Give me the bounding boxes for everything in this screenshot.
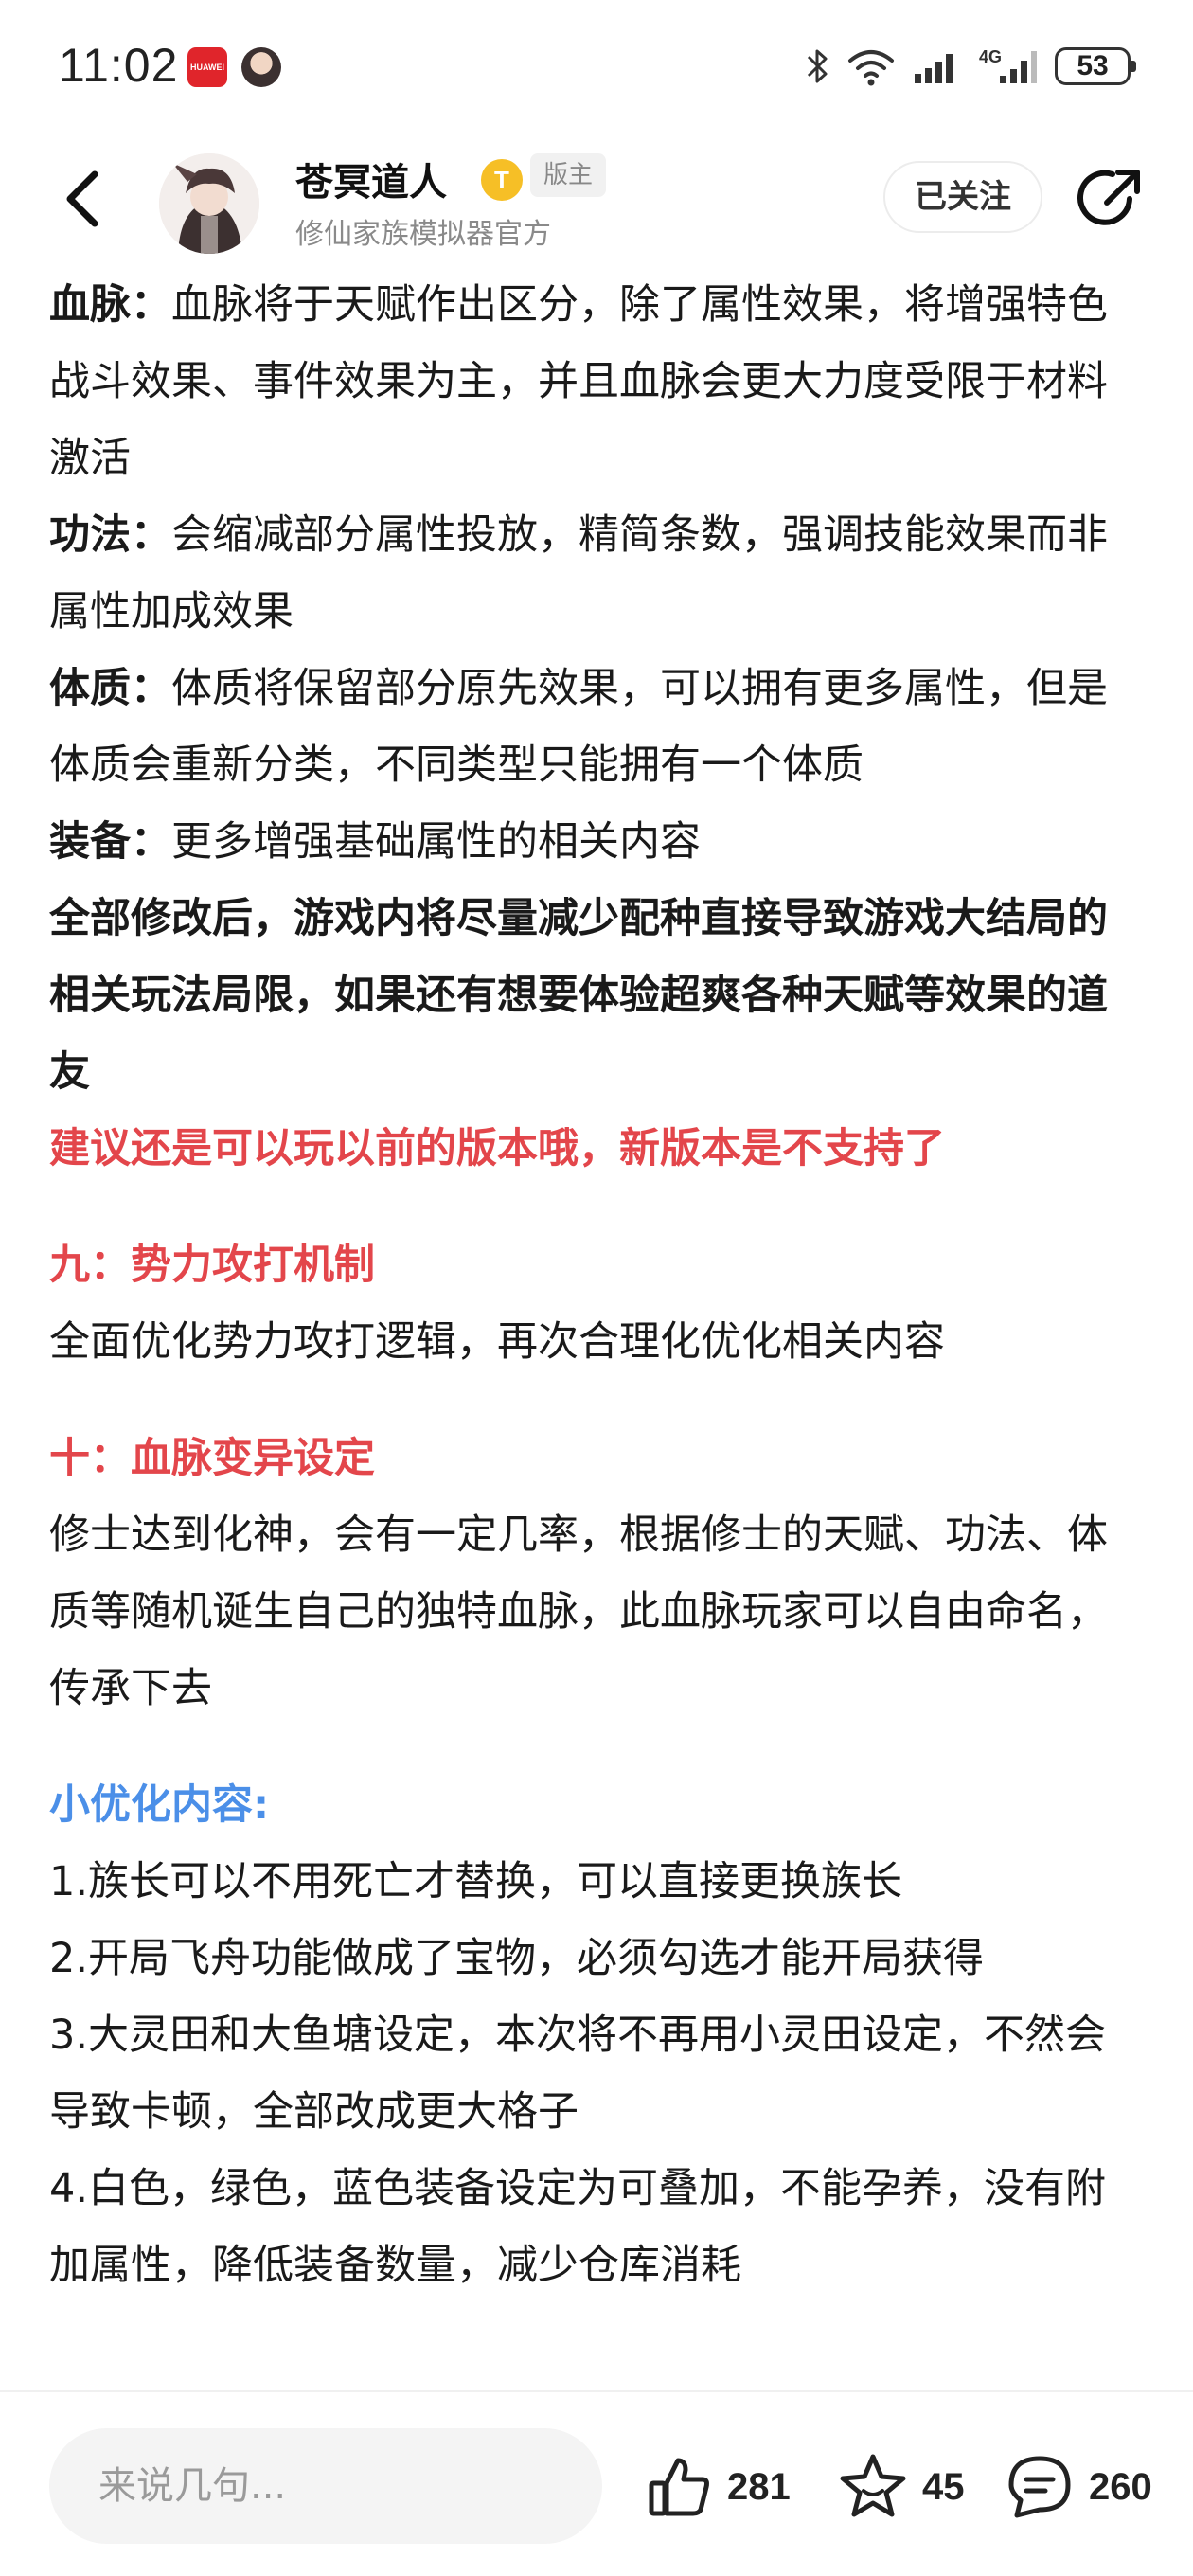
equipment-text: 更多增强基础属性的相关内容: [171, 818, 701, 866]
signal-4g-icon: 4G: [979, 47, 1037, 83]
comment-input[interactable]: 来说几句...: [49, 2428, 602, 2544]
minor-optimizations-title: 小优化内容:: [49, 1781, 270, 1829]
level-badge-icon: T: [481, 159, 523, 201]
equipment-label: 装备：: [49, 818, 171, 866]
equipment-paragraph: 装备：更多增强基础属性的相关内容: [49, 804, 1138, 881]
minor-item-4: 4.白色，绿色，蓝色装备设定为可叠加，不能孕养，没有附加属性，降低装备数量，减少…: [49, 2165, 1107, 2289]
wifi-icon: [848, 50, 894, 86]
constitution-label: 体质：: [49, 665, 171, 712]
chevron-left-icon: [66, 170, 98, 227]
huawei-app-icon: HUAWEI: [187, 47, 227, 87]
favorite-button[interactable]: 45: [837, 2442, 965, 2532]
constitution-text: 体质将保留部分原先效果，可以拥有更多属性，但是体质会重新分类，不同类型只能拥有一…: [49, 665, 1108, 789]
favorite-count: 45: [922, 2465, 965, 2508]
minor-item-2: 2.开局飞舟功能做成了宝物，必须勾选才能开局获得: [49, 1935, 985, 1982]
star-icon: [840, 2454, 906, 2517]
author-avatar[interactable]: [159, 153, 259, 254]
section-9-title: 九：势力攻打机制: [49, 1242, 375, 1289]
author-name[interactable]: 苍冥道人: [295, 152, 447, 206]
status-time: 11:02: [59, 39, 179, 92]
technique-paragraph: 功法：会缩减部分属性投放，精简条数，强调技能效果而非属性加成效果: [49, 497, 1138, 651]
share-icon: [1077, 170, 1140, 225]
comment-button[interactable]: 260: [1004, 2442, 1152, 2532]
technique-label: 功法：: [49, 511, 171, 559]
author-subtitle: 修仙家族模拟器官方: [295, 218, 551, 251]
bluetooth-icon: [807, 49, 828, 83]
post-content: 血脉：血脉将于天赋作出区分，除了属性效果，将增强特色战斗效果、事件效果为主，并且…: [49, 267, 1138, 2304]
bloodline-text: 血脉将于天赋作出区分，除了属性效果，将增强特色战斗效果、事件效果为主，并且血脉会…: [49, 281, 1108, 482]
bloodline-label: 血脉：: [49, 281, 171, 329]
follow-button[interactable]: 已关注: [883, 161, 1042, 233]
thumbs-up-icon: [649, 2458, 709, 2516]
comment-bubble-icon: [1008, 2456, 1071, 2518]
constitution-paragraph: 体质：体质将保留部分原先效果，可以拥有更多属性，但是体质会重新分类，不同类型只能…: [49, 651, 1138, 804]
moderator-tag: 版主: [530, 153, 607, 197]
share-button[interactable]: [1075, 161, 1148, 235]
post-header: 苍冥道人 T 版主 修仙家族模拟器官方 已关注: [0, 133, 1193, 265]
back-button[interactable]: [57, 161, 114, 237]
like-button[interactable]: 281: [646, 2442, 791, 2532]
bloodline-paragraph: 血脉：血脉将于天赋作出区分，除了属性效果，将增强特色战斗效果、事件效果为主，并且…: [49, 267, 1138, 497]
minor-item-1: 1.族长可以不用死亡才替换，可以直接更换族长: [49, 1858, 903, 1905]
status-bar: 11:02 HUAWEI 4G 53: [0, 0, 1193, 133]
battery-indicator: 53: [1055, 47, 1136, 85]
section-9-text: 全面优化势力攻打逻辑，再次合理化优化相关内容: [49, 1318, 945, 1366]
status-icons: 4G 53: [805, 38, 1136, 95]
bottom-action-bar: 来说几句... 281 45 260: [0, 2390, 1193, 2576]
summary-notice: 建议还是可以玩以前的版本哦，新版本是不支持了: [49, 1125, 945, 1172]
section-10-text: 修士达到化神，会有一定几率，根据修士的天赋、功法、体质等随机诞生自己的独特血脉，…: [49, 1512, 1108, 1712]
minor-item-3: 3.大灵田和大鱼塘设定，本次将不再用小灵田设定，不然会导致卡顿，全部改成更大格子: [49, 2012, 1107, 2136]
comment-count: 260: [1089, 2465, 1152, 2508]
network-type-label: 4G: [979, 47, 1002, 66]
signal-icon: [915, 54, 953, 83]
notification-avatar-icon: [241, 47, 281, 87]
technique-text: 会缩减部分属性投放，精简条数，强调技能效果而非属性加成效果: [49, 511, 1108, 635]
avatar-illustration-icon: [159, 153, 259, 254]
section-10-title: 十：血脉变异设定: [49, 1435, 375, 1482]
summary-paragraph: 全部修改后，游戏内将尽量减少配种直接导致游戏大结局的相关玩法局限，如果还有想要体…: [49, 895, 1108, 1096]
like-count: 281: [727, 2465, 791, 2508]
